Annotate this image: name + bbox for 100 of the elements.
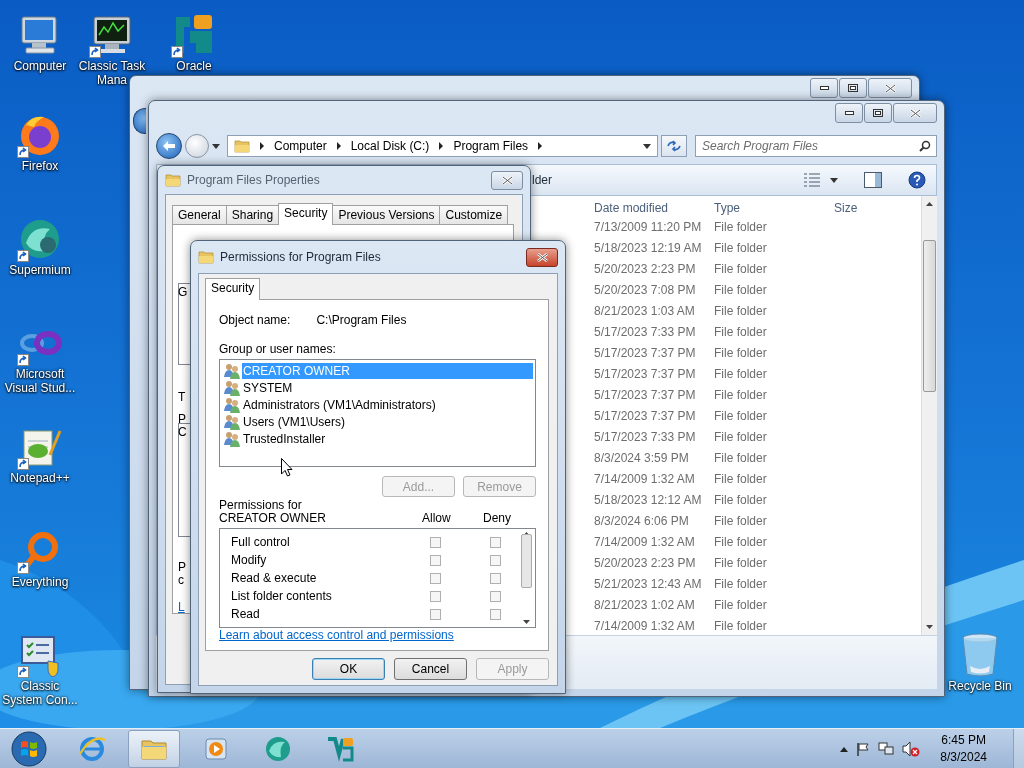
table-cell-text: 5/20/2023 2:23 PM: [594, 555, 697, 570]
table-cell-text: File folder: [714, 471, 768, 486]
table-cell-text: File folder: [714, 240, 768, 255]
link-fragment[interactable]: L: [178, 600, 185, 614]
help-link[interactable]: Learn about access control and permissions: [219, 628, 454, 642]
back-button[interactable]: [133, 108, 146, 134]
browser-logo-icon[interactable]: [77, 734, 107, 764]
browser-logo-icon[interactable]: [263, 734, 293, 764]
tab[interactable]: Previous Versions: [332, 205, 441, 225]
scrollbar[interactable]: [519, 529, 534, 627]
permission-label: Read: [231, 607, 261, 621]
taskbar-button[interactable]: [128, 730, 180, 768]
list-item[interactable]: Administrators (VM1\Administrators): [242, 396, 533, 413]
checkbox[interactable]: [430, 590, 441, 602]
close-icon: [909, 108, 921, 118]
table-cell-text: File folder: [714, 492, 768, 507]
tab[interactable]: Customize: [439, 205, 509, 225]
network-icon[interactable]: [878, 742, 895, 756]
checkbox[interactable]: [430, 554, 441, 566]
table-cell-text: 5/18/2023 12:12 AM: [594, 492, 703, 507]
preview-pane-icon[interactable]: [864, 172, 882, 188]
scroll-down-icon: [926, 625, 933, 629]
label-fragment: c: [178, 573, 184, 587]
view-list-icon[interactable]: [804, 173, 820, 187]
list-item[interactable]: Users (VM1\Users): [242, 413, 533, 430]
breadcrumb-item[interactable]: Computer: [274, 139, 327, 153]
table-cell-text: File folder: [714, 408, 768, 423]
table-cell-text: 8/21/2023 1:02 AM: [594, 597, 696, 612]
chevron-icon[interactable]: [438, 142, 445, 150]
field-label: Permissions for CREATOR OWNER: [219, 499, 327, 525]
search-field[interactable]: Search Program Files: [695, 135, 937, 157]
checkbox[interactable]: [430, 608, 441, 620]
desktop-icon-label[interactable]: Computer: [13, 59, 67, 73]
minimize-icon: [844, 111, 854, 115]
maximize-icon: [848, 84, 858, 92]
label-fragment: G: [178, 285, 188, 299]
list-item[interactable]: TrustedInstaller: [242, 430, 533, 447]
minimize-button[interactable]: [835, 103, 863, 123]
caret-up-icon[interactable]: [840, 746, 849, 752]
close-button[interactable]: [526, 247, 558, 267]
app-logo-icon[interactable]: [325, 734, 355, 764]
chevron-icon[interactable]: [537, 142, 544, 150]
refresh-button[interactable]: [661, 135, 687, 157]
desktop-icon-label[interactable]: Firefox: [21, 159, 59, 173]
breadcrumb-item[interactable]: Program Files: [453, 139, 529, 153]
help-icon[interactable]: [908, 171, 926, 189]
checkbox[interactable]: [490, 590, 501, 602]
window-title: Permissions for Program Files: [220, 250, 382, 264]
column-header[interactable]: Date modified: [594, 201, 714, 215]
table-cell-text: 5/17/2023 7:37 PM: [594, 408, 697, 423]
checkbox[interactable]: [490, 572, 501, 584]
scrollbar[interactable]: [921, 196, 937, 635]
chevron-icon[interactable]: [259, 142, 265, 150]
recycle-bin-icon: [960, 632, 1000, 678]
button[interactable]: OK: [312, 658, 385, 680]
table-cell-text: File folder: [714, 303, 768, 318]
toolbar-button[interactable]: lder: [532, 173, 552, 187]
folder-icon: [165, 172, 181, 188]
flag-icon[interactable]: [856, 742, 871, 756]
close-button[interactable]: [868, 78, 912, 98]
tab[interactable]: Security: [205, 278, 261, 300]
checkbox[interactable]: [490, 608, 501, 620]
speaker-muted-icon[interactable]: [902, 741, 921, 757]
desktop-icon-label[interactable]: Notepad++: [10, 471, 70, 485]
maximize-button[interactable]: [839, 78, 867, 98]
maximize-button[interactable]: [864, 103, 892, 123]
desktop-icon-label[interactable]: Oracle: [176, 59, 212, 73]
chevron-icon[interactable]: [335, 142, 342, 150]
desktop-icon-label[interactable]: Microsoft Visual Stud...: [2, 367, 78, 395]
caret-icon[interactable]: [212, 143, 220, 149]
checkbox[interactable]: [430, 572, 441, 584]
clock[interactable]: 6:45 PM 8/3/2024: [940, 732, 987, 766]
column-header[interactable]: Size: [834, 201, 921, 215]
users-icon: [224, 362, 240, 379]
table-cell-text: 7/13/2009 11:20 PM: [594, 219, 703, 234]
table-cell-text: 5/17/2023 7:37 PM: [594, 366, 697, 381]
label-fragment: T: [178, 390, 186, 404]
list-item[interactable]: SYSTEM: [242, 379, 533, 396]
desktop-icon-label[interactable]: Classic Task Mana: [74, 59, 150, 87]
caret-icon[interactable]: [643, 143, 651, 149]
tab[interactable]: Sharing: [225, 205, 280, 225]
table-cell-text: File folder: [714, 513, 768, 528]
arrow-left-icon: [163, 141, 175, 151]
folder-icon: [234, 138, 250, 154]
button[interactable]: Cancel: [394, 658, 467, 680]
caret-icon[interactable]: [830, 177, 838, 183]
tab[interactable]: Security: [278, 203, 334, 225]
breadcrumb-item[interactable]: Local Disk (C:): [350, 139, 430, 153]
address-bar[interactable]: Computer Local Disk (C:) Program Files: [227, 135, 658, 157]
checkbox[interactable]: [430, 536, 441, 548]
minimize-button[interactable]: [810, 78, 838, 98]
desktop-icon-label[interactable]: Supermium: [9, 263, 71, 277]
start-button[interactable]: [10, 730, 48, 768]
column-header[interactable]: Type: [714, 201, 834, 215]
checkbox[interactable]: [490, 554, 501, 566]
table-cell-text: File folder: [714, 618, 768, 633]
back-button[interactable]: [156, 133, 182, 159]
show-desktop-button[interactable]: [1013, 729, 1024, 768]
checkbox[interactable]: [490, 536, 501, 548]
tab[interactable]: General: [172, 205, 227, 225]
